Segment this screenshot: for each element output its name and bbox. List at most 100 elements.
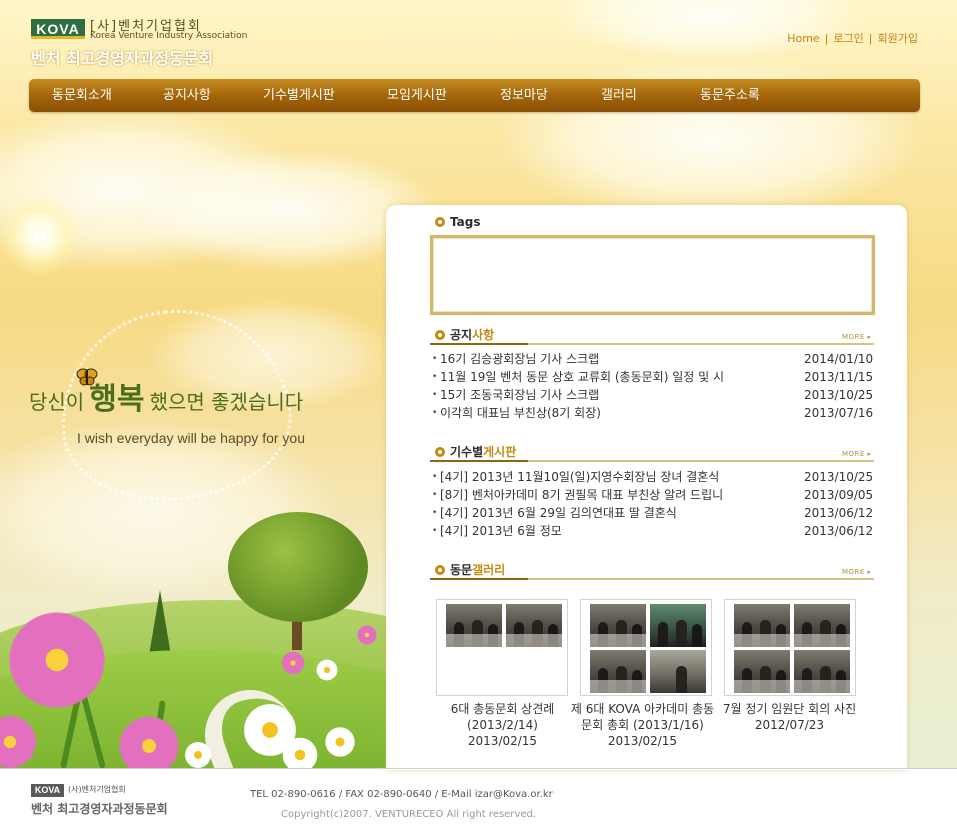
notice-date: 2014/01/10 xyxy=(804,352,874,366)
gallery-caption-text[interactable]: 7월 정기 임원단 회의 사진 xyxy=(717,701,862,717)
footer-kova-mark: KOVA xyxy=(31,784,64,797)
nav-item-class-board[interactable]: 기수별게시판 xyxy=(263,79,335,112)
login-link[interactable]: 로그인 xyxy=(833,32,863,45)
circle-bullet-icon xyxy=(435,446,445,457)
gallery-photo[interactable] xyxy=(650,650,706,693)
association-name-english: Korea Venture Industry Association xyxy=(90,31,248,41)
nav-item-address-book[interactable]: 동문주소록 xyxy=(700,79,760,112)
list-item[interactable]: • 16기 김승광회장님 기사 스크랩 2014/01/10 xyxy=(430,350,875,368)
notice-title[interactable]: 이각희 대표님 부친상(8기 회장) xyxy=(440,404,800,422)
gallery-more-link[interactable]: MORE ▸ xyxy=(842,568,872,576)
slogan-english: I wish everyday will be happy for you xyxy=(77,430,305,446)
link-separator: | xyxy=(824,32,829,45)
notice-title-b: 사항 xyxy=(472,328,495,342)
daisy-flower xyxy=(315,658,339,682)
bullet-icon: • xyxy=(432,508,438,518)
gallery-photo[interactable] xyxy=(446,604,502,647)
gallery-photo[interactable] xyxy=(734,650,790,693)
footer-copyright: Copyright(c)2007. VENTURECEO All right r… xyxy=(281,809,537,820)
board-date: 2013/06/12 xyxy=(804,506,874,520)
tree xyxy=(228,512,368,622)
footer-contact-info: TEL 02-890-0616 / FAX 02-890-0640 / E-Ma… xyxy=(250,789,553,800)
slogan-part: 당신이 xyxy=(29,390,85,414)
nav-item-alumni-intro[interactable]: 동문회소개 xyxy=(52,79,112,112)
list-item[interactable]: • 15기 조동국회장님 기사 스크랩 2013/10/25 xyxy=(430,386,875,404)
board-date: 2013/06/12 xyxy=(804,524,874,538)
tags-section-title: Tags xyxy=(435,215,480,229)
tags-title: Tags xyxy=(450,215,481,229)
circle-bullet-icon xyxy=(435,329,445,340)
gallery-date: 2013/02/15 xyxy=(607,734,678,748)
gallery-caption[interactable]: 6대 총동문회 상견례 (2013/2/14) 2013/02/15 xyxy=(430,701,575,749)
gallery-section-title: 동문 갤러리 xyxy=(435,561,505,578)
list-item[interactable]: • [4기] 2013년 6월 정모 2013/06/12 xyxy=(430,522,875,540)
bullet-icon: • xyxy=(432,372,438,382)
board-title[interactable]: [4기] 2013년 6월 29일 김의연대표 딸 결혼식 xyxy=(440,504,800,522)
nav-item-notice[interactable]: 공지사항 xyxy=(163,79,211,112)
footer-site-title: 벤처 최고경영자과정동문회 xyxy=(31,802,168,816)
board-title[interactable]: [8기] 벤처아카데미 8기 권필목 대표 부친상 알려 드립니 xyxy=(440,486,800,504)
gallery-title-a: 동문 xyxy=(450,563,473,577)
slogan-part: 했으면 좋겠습니다 xyxy=(149,390,304,414)
gallery-caption-text[interactable]: 제 6대 KOVA 아카데미 총동문회 총회 (2013/1/16) xyxy=(570,701,715,733)
footer-association-name: (사)벤처기업협회 xyxy=(68,785,126,794)
gallery-caption[interactable]: 제 6대 KOVA 아카데미 총동문회 총회 (2013/1/16) 2013/… xyxy=(570,701,715,749)
nav-item-gallery[interactable]: 갤러리 xyxy=(601,79,637,112)
tag-cloud-box xyxy=(430,235,875,315)
gallery-photo[interactable] xyxy=(650,604,706,647)
class-board-section-title: 기수별 게시판 xyxy=(435,443,516,460)
daisy-flower xyxy=(323,725,357,759)
list-item[interactable]: • 11월 19일 벤처 동문 상호 교류회 (총동문회) 일정 및 시 2013/… xyxy=(430,368,875,386)
gallery-caption-text[interactable]: 6대 총동문회 상견례 (2013/2/14) xyxy=(430,701,575,733)
gallery-card[interactable] xyxy=(580,599,712,696)
gallery-card[interactable] xyxy=(724,599,856,696)
circle-bullet-icon xyxy=(435,564,445,575)
list-item[interactable]: • [4기] 2013년 6월 29일 김의연대표 딸 결혼식 2013/06/12 xyxy=(430,504,875,522)
join-link[interactable]: 회원가입 xyxy=(878,32,918,45)
bullet-icon: • xyxy=(432,526,438,536)
nav-item-meeting-board[interactable]: 모임게시판 xyxy=(387,79,447,112)
gallery-photo[interactable] xyxy=(590,604,646,647)
gallery-caption[interactable]: 7월 정기 임원단 회의 사진 2012/07/23 xyxy=(717,701,862,733)
board-title[interactable]: [4기] 2013년 6월 정모 xyxy=(440,522,800,540)
top-links: Home | 로그인 | 회원가입 xyxy=(787,30,918,46)
notice-list: • 16기 김승광회장님 기사 스크랩 2014/01/10 • 11월 19일 벤처… xyxy=(430,350,875,422)
home-link[interactable]: Home xyxy=(787,32,819,45)
circle-bullet-icon xyxy=(435,217,445,227)
section-rule xyxy=(430,460,874,462)
site-title: 벤처 최고경영자과정동문회 xyxy=(31,49,214,68)
main-navigation: 동문회소개 공지사항 기수별게시판 모임게시판 정보마당 갤러리 동문주소록 xyxy=(29,79,920,112)
gallery-photo[interactable] xyxy=(794,604,850,647)
footer-divider xyxy=(0,768,957,769)
daisy-flower xyxy=(280,735,320,768)
notice-title[interactable]: 11월 19일 벤처 동문 상호 교류회 (총동문회) 일정 및 시 xyxy=(440,368,800,386)
kova-logo-mark: KOVA xyxy=(31,19,85,39)
gallery-photo[interactable] xyxy=(794,650,850,693)
butterfly-icon xyxy=(76,368,98,386)
gallery-date: 2013/02/15 xyxy=(467,734,538,748)
list-item[interactable]: • [8기] 벤처아카데미 8기 권필목 대표 부친상 알려 드립니 2013/09… xyxy=(430,486,875,504)
notice-section-title: 공지 사항 xyxy=(435,326,494,343)
list-item[interactable]: • 이각희 대표님 부친상(8기 회장) 2013/07/16 xyxy=(430,404,875,422)
nav-item-info[interactable]: 정보마당 xyxy=(500,79,548,112)
bullet-icon: • xyxy=(432,472,438,482)
notice-more-link[interactable]: MORE ▸ xyxy=(842,333,872,341)
notice-title[interactable]: 15기 조동국회장님 기사 스크랩 xyxy=(440,386,800,404)
cosmos-flower xyxy=(356,624,378,646)
board-more-link[interactable]: MORE ▸ xyxy=(842,450,872,458)
board-title-b: 게시판 xyxy=(483,445,517,459)
board-title[interactable]: [4기] 2013년 11월10일(일)지영수회장님 장녀 결혼식 xyxy=(440,468,800,486)
sun-glow xyxy=(0,195,80,275)
list-item[interactable]: • [4기] 2013년 11월10일(일)지영수회장님 장녀 결혼식 2013/1… xyxy=(430,468,875,486)
cosmos-flower xyxy=(280,650,306,676)
bullet-icon: • xyxy=(432,354,438,364)
section-rule xyxy=(430,343,874,345)
bullet-icon: • xyxy=(432,490,438,500)
notice-date: 2013/11/15 xyxy=(804,370,874,384)
gallery-photo[interactable] xyxy=(734,604,790,647)
notice-title[interactable]: 16기 김승광회장님 기사 스크랩 xyxy=(440,350,800,368)
notice-title-a: 공지 xyxy=(450,328,473,342)
gallery-photo[interactable] xyxy=(506,604,562,647)
gallery-photo[interactable] xyxy=(590,650,646,693)
gallery-card[interactable] xyxy=(436,599,568,696)
